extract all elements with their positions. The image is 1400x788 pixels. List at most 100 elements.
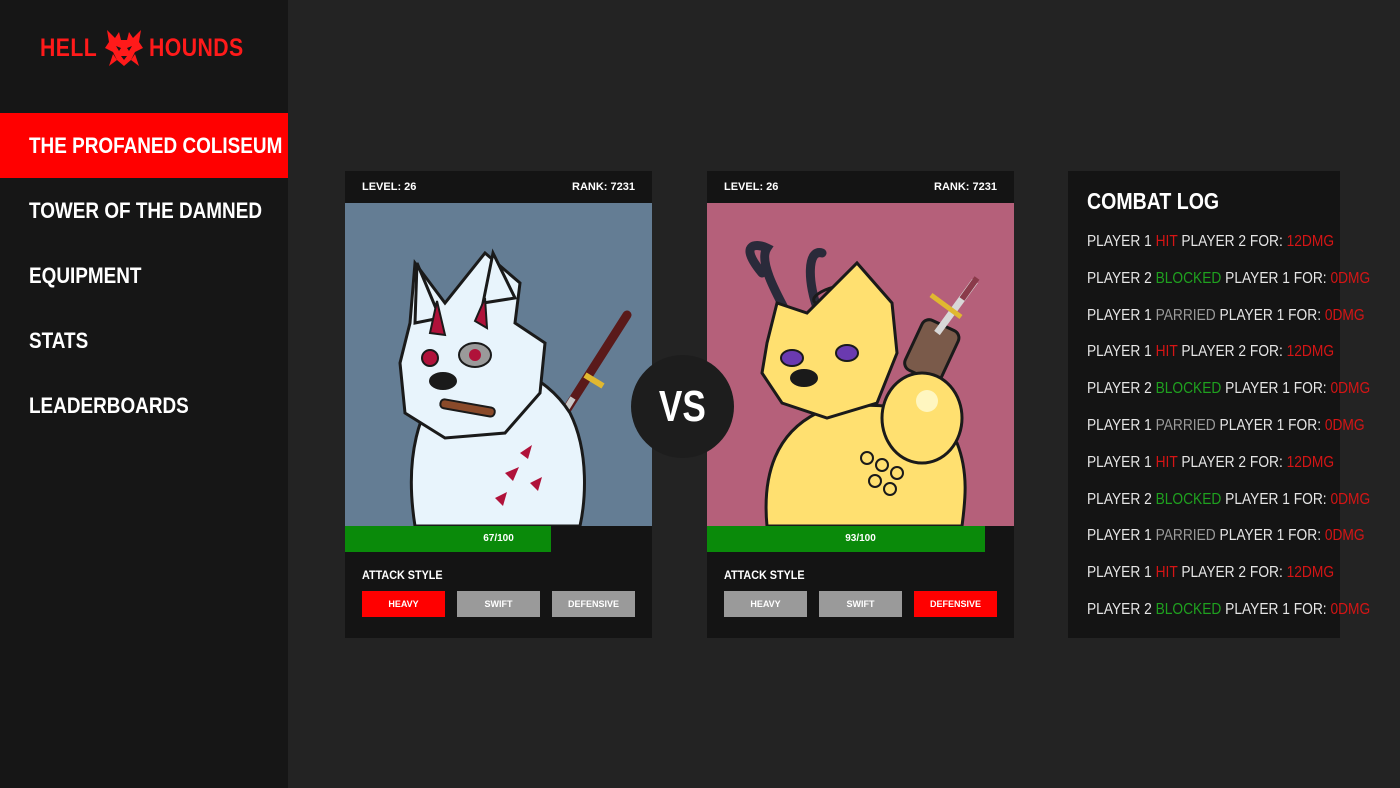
attack-style-label: ATTACK STYLE [362,568,443,582]
log-target: PLAYER 1 [1219,417,1289,434]
log-dmg: 0DMG [1330,490,1371,508]
brand-left-word: HELL [40,33,98,62]
nav-item-label: STATS [29,327,89,353]
combat-log-entry: PLAYER 1 PARRIED PLAYER 1 FOR: 0DMG [1087,417,1365,435]
log-dmg: 0DMG [1324,527,1365,545]
log-dmg: 0DMG [1330,601,1371,618]
defensive-attack-button[interactable]: DEFENSIVE [552,591,635,617]
log-actor: PLAYER 2 [1087,269,1156,287]
log-dmg: 12DMG [1286,343,1335,361]
log-action: BLOCKED [1155,601,1226,618]
log-dmg: 0DMG [1330,380,1371,398]
log-for: FOR: [1293,380,1331,398]
log-dmg: 0DMG [1324,306,1365,324]
combat-log-entry: PLAYER 1 HIT PLAYER 2 FOR: 12DMG [1087,343,1334,361]
combat-log-entry: PLAYER 2 BLOCKED PLAYER 1 FOR: 0DMG [1087,380,1370,398]
combat-log-entry: PLAYER 1 PARRIED PLAYER 1 FOR: 0DMG [1087,527,1365,545]
log-action: PARRIED [1155,527,1220,545]
log-for: FOR: [1249,233,1287,250]
rank-text: RANK: 7231 [572,181,635,193]
log-for: FOR: [1293,490,1331,508]
sidebar: HELL HOUNDS THE PROFANED COLISEUM TOWER … [0,0,288,788]
level-text: LEVEL: 26 [724,181,779,193]
log-target: PLAYER 1 [1219,306,1289,324]
log-action: BLOCKED [1155,269,1226,287]
nav-item-label: THE PROFANED COLISEUM [29,132,283,158]
log-actor: PLAYER 1 [1087,417,1156,434]
swift-attack-button[interactable]: SWIFT [819,591,902,617]
log-for: FOR: [1288,306,1325,324]
swift-attack-button[interactable]: SWIFT [457,591,540,617]
log-for: FOR: [1249,453,1287,471]
level-text: LEVEL: 26 [362,181,417,193]
log-action: BLOCKED [1155,380,1226,398]
health-text: 93/100 [845,533,876,544]
combat-log-panel: COMBAT LOG PLAYER 1 HIT PLAYER 2 FOR: 12… [1068,171,1370,638]
log-target: PLAYER 1 [1219,527,1289,545]
brand-logo[interactable]: HELL HOUNDS [40,26,261,70]
nav-item-label: LEADERBOARDS [29,392,189,418]
log-action: BLOCKED [1155,490,1226,508]
nav-item-profaned-coliseum[interactable]: THE PROFANED COLISEUM [0,113,288,178]
card-header: LEVEL: 26 RANK: 7231 [707,171,1014,203]
log-target: PLAYER 2 [1181,453,1250,471]
log-actor: PLAYER 1 [1087,453,1156,471]
log-action: HIT [1155,453,1182,471]
log-actor: PLAYER 2 [1087,490,1156,508]
log-target: PLAYER 1 [1225,601,1294,618]
heavy-attack-button[interactable]: HEAVY [362,591,445,617]
rank-text: RANK: 7231 [934,181,997,193]
log-target: PLAYER 2 [1181,343,1250,361]
log-target: PLAYER 2 [1181,233,1250,250]
nav-item-stats[interactable]: STATS [0,308,288,373]
log-actor: PLAYER 1 [1087,233,1156,250]
health-text: 67/100 [483,533,514,544]
player1-hound-portrait [345,203,652,526]
vs-label: VS [659,381,706,431]
log-action: PARRIED [1155,306,1220,324]
sword-icon [903,276,980,383]
log-for: FOR: [1288,527,1325,545]
health-bar: 67/100 [345,526,652,552]
log-dmg: 12DMG [1286,564,1335,582]
heavy-attack-button[interactable]: HEAVY [724,591,807,617]
brand-right-word: HOUNDS [149,33,244,62]
combat-log-entry: PLAYER 2 BLOCKED PLAYER 1 FOR: 0DMG [1087,270,1370,288]
log-action: HIT [1155,343,1182,361]
log-for: FOR: [1293,601,1331,618]
card-header: LEVEL: 26 RANK: 7231 [345,171,652,203]
log-for: FOR: [1288,417,1325,434]
combat-log-entry: PLAYER 1 HIT PLAYER 2 FOR: 12DMG [1087,564,1334,582]
log-actor: PLAYER 2 [1087,601,1156,618]
nav-item-leaderboards[interactable]: LEADERBOARDS [0,373,288,438]
defensive-attack-button[interactable]: DEFENSIVE [914,591,997,617]
log-target: PLAYER 2 [1181,564,1250,582]
player2-hound-portrait [707,203,1014,526]
log-dmg: 12DMG [1286,233,1335,250]
log-action: HIT [1155,564,1182,582]
combat-log-entry: PLAYER 2 BLOCKED PLAYER 1 FOR: 0DMG [1087,601,1370,619]
log-for: FOR: [1249,343,1287,361]
log-target: PLAYER 1 [1225,380,1294,398]
log-dmg: 12DMG [1286,453,1335,471]
log-for: FOR: [1293,269,1331,287]
combat-log-entry: PLAYER 1 HIT PLAYER 2 FOR: 12DMG [1087,454,1334,472]
log-actor: PLAYER 2 [1087,380,1156,398]
log-dmg: 0DMG [1330,269,1371,287]
hound-skull-icon [105,30,144,66]
log-actor: PLAYER 1 [1087,306,1156,324]
log-target: PLAYER 1 [1225,269,1294,287]
health-bar: 93/100 [707,526,1014,552]
player2-card: LEVEL: 26 RANK: 7231 93/100 ATTACK STYLE… [707,171,1014,638]
player1-card: LEVEL: 26 RANK: 7231 67/100 ATTACK STYLE… [345,171,652,638]
combat-log-title: COMBAT LOG [1087,188,1220,214]
nav-item-tower-of-the-damned[interactable]: TOWER OF THE DAMNED [0,178,288,243]
combat-log-entry: PLAYER 1 HIT PLAYER 2 FOR: 12DMG [1087,233,1334,251]
vs-badge: VS [631,355,734,458]
nav-item-equipment[interactable]: EQUIPMENT [0,243,288,308]
combat-log-entry: PLAYER 1 PARRIED PLAYER 1 FOR: 0DMG [1087,307,1365,325]
combat-log-entry: PLAYER 2 BLOCKED PLAYER 1 FOR: 0DMG [1087,491,1370,509]
log-for: FOR: [1249,564,1287,582]
log-actor: PLAYER 1 [1087,527,1156,545]
log-actor: PLAYER 1 [1087,343,1156,361]
